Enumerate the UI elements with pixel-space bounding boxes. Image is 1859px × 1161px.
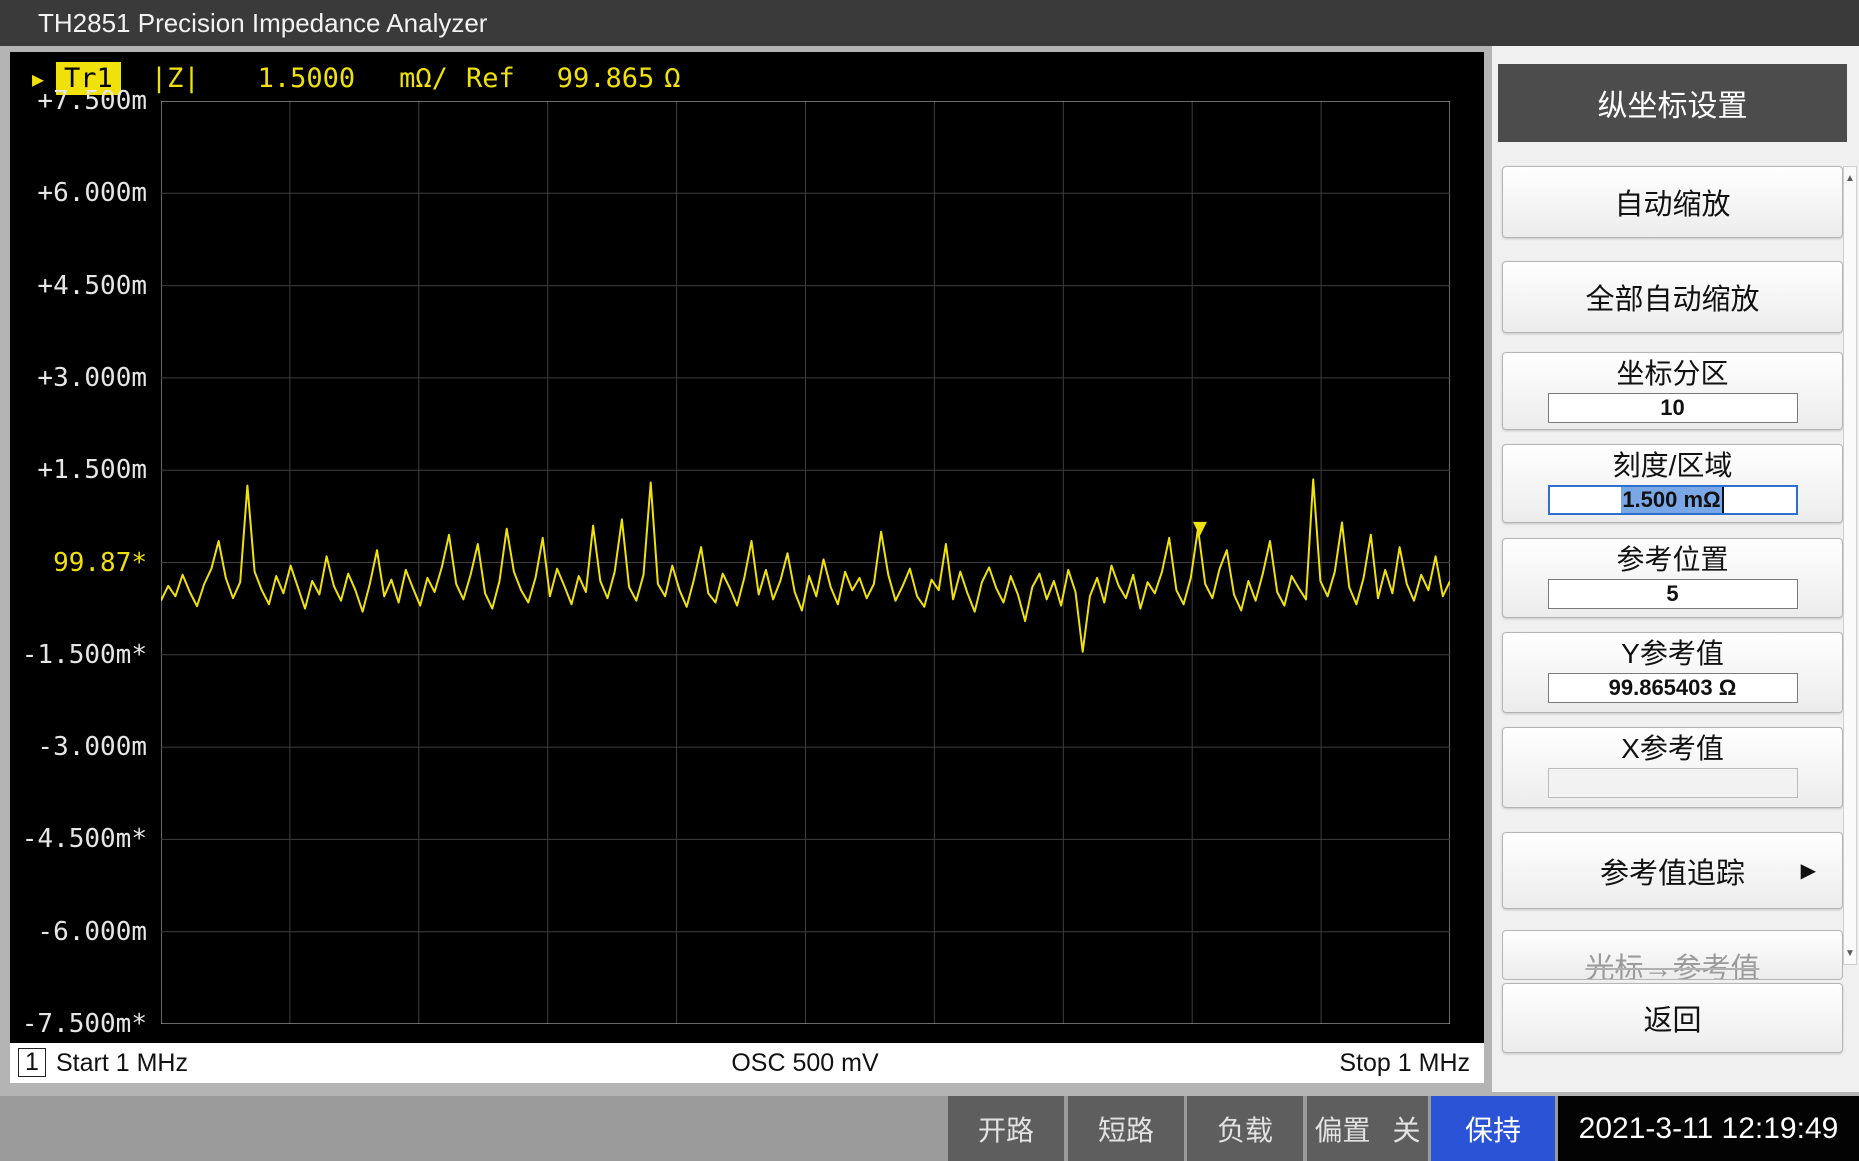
y-reference-label: Y参考值: [1621, 638, 1724, 670]
reference-position-label: 参考位置: [1616, 544, 1728, 576]
short-correction-button[interactable]: 短路: [1068, 1096, 1184, 1161]
scroll-up-arrow-icon[interactable]: ▲: [1844, 167, 1856, 189]
load-correction-button[interactable]: 负载: [1187, 1096, 1303, 1161]
clock-display: 2021-3-11 12:19:49: [1558, 1096, 1859, 1161]
window-title-bar: TH2851 Precision Impedance Analyzer: [0, 0, 1859, 46]
bias-label: 偏置: [1314, 1109, 1370, 1149]
impedance-chart: [161, 101, 1450, 1024]
x-reference-input[interactable]: [1548, 768, 1798, 798]
trace-marker: [1193, 522, 1207, 536]
y-reference-input[interactable]: 99.865403 Ω: [1548, 673, 1798, 703]
plot-panel: ▶ Tr1 |Z| 1.5000 mΩ/ Ref 99.865 Ω +7.500…: [10, 52, 1484, 1043]
vertical-axis-settings-panel: 纵坐标设置 自动缩放 全部自动缩放 坐标分区 10 刻度/区域 1.500 mΩ…: [1492, 46, 1859, 1092]
sweep-info-bar: 1 Start 1 MHz OSC 500 mV Stop 1 MHz: [10, 1043, 1484, 1083]
channel-number-box: 1: [18, 1048, 46, 1077]
panel-title: 纵坐标设置: [1498, 64, 1847, 142]
y-axis-label: +1.500m: [37, 454, 147, 486]
trace-ref-unit: Ω: [664, 63, 680, 94]
sweep-stop-label: Stop 1 MHz: [1339, 1049, 1470, 1078]
instrument-window: TH2851 Precision Impedance Analyzer ▶ Tr…: [0, 0, 1859, 1161]
trace-ref-value: 99.865: [557, 63, 655, 94]
scale-per-division-label: 刻度/区域: [1613, 450, 1733, 482]
panel-scrollbar[interactable]: ▲ ▼: [1843, 166, 1857, 965]
auto-scale-all-button[interactable]: 全部自动缩放: [1502, 261, 1843, 333]
y-axis-label: +3.000m: [37, 362, 147, 394]
marker-to-reference-label: 光标→参考值: [1585, 945, 1759, 980]
y-axis-label: +6.000m: [37, 177, 147, 209]
reference-position-group[interactable]: 参考位置 5: [1502, 538, 1843, 618]
window-title: TH2851 Precision Impedance Analyzer: [38, 8, 487, 39]
y-axis-label: 99.87*: [53, 547, 147, 579]
bias-state: 关: [1393, 1109, 1421, 1149]
scroll-down-arrow-icon[interactable]: ▼: [1844, 942, 1856, 964]
reference-position-input[interactable]: 5: [1548, 579, 1798, 609]
y-axis-label: +4.500m: [37, 270, 147, 302]
divisions-label: 坐标分区: [1616, 358, 1728, 390]
chart-svg: [161, 101, 1450, 1024]
trace-scale-unit: mΩ/: [399, 63, 448, 94]
x-reference-group[interactable]: X参考值: [1502, 727, 1843, 808]
back-button[interactable]: 返回: [1502, 983, 1843, 1053]
trace-parameter: |Z|: [151, 63, 200, 94]
reference-tracking-button[interactable]: 参考值追踪 ▶: [1502, 832, 1843, 909]
x-reference-label: X参考值: [1621, 733, 1724, 765]
scale-per-division-input[interactable]: 1.500 mΩ: [1548, 485, 1798, 515]
hold-button[interactable]: 保持: [1431, 1096, 1555, 1161]
selected-input-text: 1.500 mΩ: [1621, 487, 1723, 513]
y-reference-group[interactable]: Y参考值 99.865403 Ω: [1502, 632, 1843, 713]
scale-per-division-group[interactable]: 刻度/区域 1.500 mΩ: [1502, 444, 1843, 523]
y-axis: +7.500m +6.000m +4.500m +3.000m +1.500m 99.87…: [10, 52, 153, 1043]
y-axis-label: -4.500m*: [22, 823, 147, 855]
y-axis-label: -3.000m: [37, 731, 147, 763]
submenu-arrow-icon: ▶: [1801, 858, 1816, 883]
bias-toggle-button[interactable]: 偏置 关: [1307, 1096, 1428, 1161]
divisions-group[interactable]: 坐标分区 10: [1502, 352, 1843, 430]
y-axis-label: -7.500m*: [22, 1008, 147, 1040]
y-axis-label: -6.000m: [37, 916, 147, 948]
divisions-input[interactable]: 10: [1548, 393, 1798, 423]
osc-level-label: OSC 500 mV: [731, 1049, 878, 1078]
auto-scale-button[interactable]: 自动缩放: [1502, 166, 1843, 238]
marker-to-reference-button[interactable]: 光标→参考值: [1502, 930, 1843, 980]
trace-ref-label: Ref: [466, 63, 515, 94]
y-axis-label: -1.500m*: [22, 639, 147, 671]
y-axis-label: +7.500m: [37, 85, 147, 117]
status-bar: 开路 短路 负载 偏置 关 保持 2021-3-11 12:19:49: [0, 1096, 1859, 1161]
open-correction-button[interactable]: 开路: [948, 1096, 1064, 1161]
reference-tracking-label: 参考值追踪: [1600, 850, 1745, 892]
sweep-start-label: Start 1 MHz: [56, 1049, 188, 1078]
trace-scale-value: 1.5000: [258, 63, 356, 94]
